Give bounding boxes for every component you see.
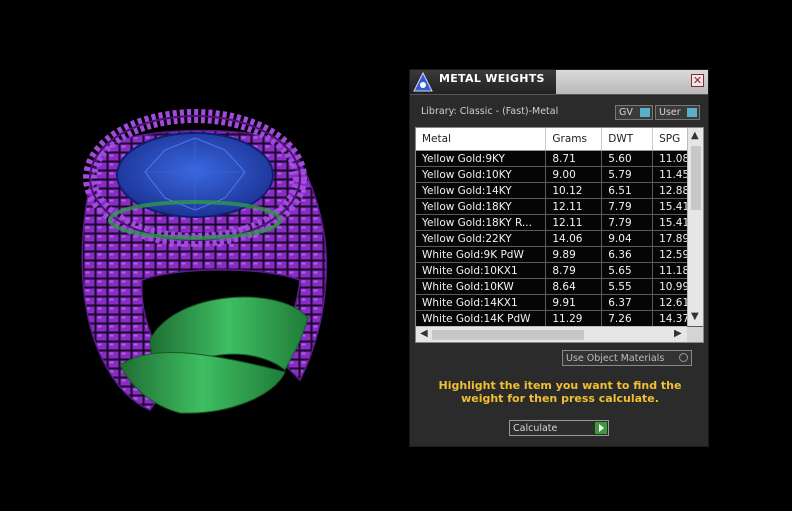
cell-metal: White Gold:10KW xyxy=(416,278,547,295)
vertical-scrollbar[interactable]: ▲ ▼ xyxy=(687,128,703,326)
cell-grams: 11.29 xyxy=(545,310,603,327)
cell-dwt: 5.79 xyxy=(601,166,654,183)
cell-dwt: 5.65 xyxy=(601,262,654,279)
cell-metal: Yellow Gold:22KY xyxy=(416,230,547,247)
cell-metal: White Gold:14KX1 xyxy=(416,294,547,311)
cell-grams: 8.79 xyxy=(545,262,603,279)
column-header-grams[interactable]: Grams xyxy=(545,128,603,151)
user-toggle[interactable]: User xyxy=(655,105,700,120)
3d-viewport[interactable] xyxy=(0,0,400,507)
panel-titlebar[interactable]: METAL WEIGHTS ✕ xyxy=(410,70,708,95)
toggle-circle-icon xyxy=(679,353,688,362)
arrow-left-icon[interactable]: ◀ xyxy=(420,329,428,339)
cell-dwt: 7.26 xyxy=(601,310,654,327)
panel-title: METAL WEIGHTS xyxy=(439,72,545,85)
cell-metal: White Gold:10KX1 xyxy=(416,262,547,279)
column-header-dwt[interactable]: DWT xyxy=(601,128,654,151)
use-object-materials-label: Use Object Materials xyxy=(566,353,665,364)
table-header-row: Metal Grams DWT SPG xyxy=(416,128,703,151)
calculate-label: Calculate xyxy=(513,423,558,434)
user-toggle-label: User xyxy=(659,107,681,118)
gv-toggle-label: GV xyxy=(619,107,633,118)
gv-toggle-indicator xyxy=(640,108,650,117)
arrow-up-icon[interactable]: ▲ xyxy=(691,131,699,141)
cell-metal: Yellow Gold:14KY xyxy=(416,182,547,199)
cell-dwt: 7.79 xyxy=(601,198,654,215)
table-row[interactable]: Yellow Gold:10KY 9.00 5.79 11.45 xyxy=(416,166,703,183)
table-row[interactable]: White Gold:14K PdW 11.29 7.26 14.37 xyxy=(416,310,703,327)
metal-weights-panel: METAL WEIGHTS ✕ Library: Classic - (Fast… xyxy=(409,69,709,447)
cell-metal: White Gold:14K PdW xyxy=(416,310,547,327)
ring-render xyxy=(81,109,328,414)
vertical-scroll-thumb[interactable] xyxy=(691,146,701,210)
cell-grams: 12.11 xyxy=(545,198,603,215)
cell-dwt: 7.79 xyxy=(601,214,654,231)
arrow-down-icon[interactable]: ▼ xyxy=(691,312,699,322)
table-row[interactable]: Yellow Gold:18KY R... 12.11 7.79 15.41 xyxy=(416,214,703,231)
gv-toggle[interactable]: GV xyxy=(615,105,653,120)
table-row[interactable]: Yellow Gold:18KY 12.11 7.79 15.41 xyxy=(416,198,703,215)
cell-metal: Yellow Gold:18KY R... xyxy=(416,214,547,231)
table-row[interactable]: Yellow Gold:14KY 10.12 6.51 12.88 xyxy=(416,182,703,199)
table-row[interactable]: White Gold:9K PdW 9.89 6.36 12.59 xyxy=(416,246,703,263)
horizontal-scrollbar[interactable]: ◀ ▶ xyxy=(416,326,687,342)
cell-grams: 10.12 xyxy=(545,182,603,199)
cell-dwt: 6.51 xyxy=(601,182,654,199)
cell-dwt: 6.36 xyxy=(601,246,654,263)
close-button[interactable]: ✕ xyxy=(691,74,704,87)
user-toggle-indicator xyxy=(687,108,697,117)
cell-metal: Yellow Gold:9KY xyxy=(416,150,547,167)
horizontal-scroll-thumb[interactable] xyxy=(432,330,584,340)
cell-metal: Yellow Gold:10KY xyxy=(416,166,547,183)
triangle-logo-icon xyxy=(413,71,433,92)
cell-dwt: 5.60 xyxy=(601,150,654,167)
metal-table[interactable]: Metal Grams DWT SPG Yellow Gold:9KY 8.71 5… xyxy=(415,127,704,343)
table-row[interactable]: Yellow Gold:9KY 8.71 5.60 11.08 xyxy=(416,150,703,167)
cell-metal: White Gold:9K PdW xyxy=(416,246,547,263)
cell-grams: 14.06 xyxy=(545,230,603,247)
metal-weights-table: Metal Grams DWT SPG Yellow Gold:9KY 8.71 5… xyxy=(416,128,703,327)
table-row[interactable]: Yellow Gold:22KY 14.06 9.04 17.89 xyxy=(416,230,703,247)
cell-grams: 9.91 xyxy=(545,294,603,311)
cell-grams: 9.00 xyxy=(545,166,603,183)
table-row[interactable]: White Gold:10KW 8.64 5.55 10.99 xyxy=(416,278,703,295)
table-row[interactable]: White Gold:14KX1 9.91 6.37 12.61 xyxy=(416,294,703,311)
cell-dwt: 9.04 xyxy=(601,230,654,247)
use-object-materials-toggle[interactable]: Use Object Materials xyxy=(562,350,692,366)
cell-grams: 9.89 xyxy=(545,246,603,263)
calculate-button[interactable]: Calculate xyxy=(509,420,609,436)
cell-grams: 8.64 xyxy=(545,278,603,295)
cell-metal: Yellow Gold:18KY xyxy=(416,198,547,215)
cell-grams: 12.11 xyxy=(545,214,603,231)
cell-dwt: 5.55 xyxy=(601,278,654,295)
arrow-right-icon[interactable]: ▶ xyxy=(674,329,682,339)
cell-dwt: 6.37 xyxy=(601,294,654,311)
library-label: Library: Classic - (Fast)-Metal xyxy=(421,106,559,117)
column-header-metal[interactable]: Metal xyxy=(416,128,547,151)
table-row[interactable]: White Gold:10KX1 8.79 5.65 11.18 xyxy=(416,262,703,279)
play-icon xyxy=(595,422,607,434)
close-icon: ✕ xyxy=(692,74,703,87)
instructions-text: Highlight the item you want to find the … xyxy=(438,379,682,405)
cell-grams: 8.71 xyxy=(545,150,603,167)
